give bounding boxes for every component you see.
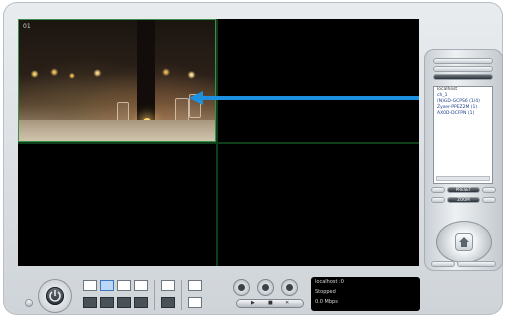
layout-2x2-button[interactable] [100,280,114,291]
tree-item[interactable]: AX0D-DCFPN (1) [434,111,492,117]
status-state: Stopped [315,289,336,295]
layout-4x4-button[interactable] [100,297,114,308]
toolbar-separator [181,280,182,310]
camera-feed-image [19,20,215,141]
focus-button[interactable] [457,261,496,267]
sequence-button[interactable] [161,297,175,308]
audio-icon [286,284,293,291]
video-pane-3[interactable] [18,144,216,266]
zoom-out-button[interactable] [431,197,445,203]
home-icon [459,237,469,247]
playback-control-bar[interactable]: ▶ ■ ✕ [236,299,304,308]
power-icon [46,287,64,305]
tree-scrollbar[interactable] [436,176,490,181]
record-icon [238,284,245,291]
layout-5x5-button[interactable] [117,297,131,308]
control-panel: localhost ch_1 (N)GD-GCPS6 (1/4) Zyxer-P… [424,49,503,271]
mode-switch-button[interactable] [433,66,493,72]
stop-icon[interactable]: ■ [268,300,273,306]
top-tab-button[interactable] [433,58,493,64]
snapshot-button[interactable] [188,280,202,291]
channel-label: 01 [23,23,31,30]
ptz-direction-pad[interactable] [436,221,492,263]
power-button[interactable] [38,279,72,313]
minimize-button[interactable] [25,299,33,307]
layout-3x3-button[interactable] [134,280,148,291]
layout-custom-button[interactable] [134,297,148,308]
stop-record-button[interactable] [257,279,274,296]
video-pane-2[interactable] [218,19,419,142]
nvr-main-window: 01 localhost ch_1 (N)GD-GCPS6 (1/4) Zyxe… [3,2,503,315]
ptz-home-button[interactable] [455,233,473,251]
full-screen-button[interactable] [161,280,175,291]
preset-prev-button[interactable] [431,187,445,193]
live-view-button[interactable] [433,74,493,80]
video-grid: 01 [18,19,419,266]
camera-tree: localhost ch_1 (N)GD-GCPS6 (1/4) Zyxer-P… [433,86,493,184]
play-icon[interactable]: ▶ [251,300,255,306]
settings-button[interactable] [188,297,202,308]
preset-label: PRESET [455,187,472,192]
close-icon[interactable]: ✕ [285,300,289,306]
audio-button[interactable] [281,279,298,296]
layout-1x1-button[interactable] [83,280,97,291]
zoom-in-button[interactable] [482,197,496,203]
status-display: localhost :0 Stopped 0.0 Mbps [311,277,420,311]
stop-icon [262,284,269,291]
status-host: localhost :0 [315,279,344,285]
layout-1plus7-button[interactable] [83,297,97,308]
preset-button[interactable]: PRESET [447,187,480,193]
preset-next-button[interactable] [482,187,496,193]
status-rate: 0.0 Mbps [315,299,338,305]
focus-near-button[interactable] [431,261,455,267]
record-button[interactable] [233,279,250,296]
video-pane-4[interactable] [218,144,419,266]
toolbar-separator [154,280,155,310]
zoom-button[interactable]: ZOOM [447,197,480,203]
layout-1plus5-button[interactable] [117,280,131,291]
zoom-label: ZOOM [457,197,470,202]
video-pane-1[interactable]: 01 [18,19,216,142]
grid-divider-horizontal [18,142,419,144]
